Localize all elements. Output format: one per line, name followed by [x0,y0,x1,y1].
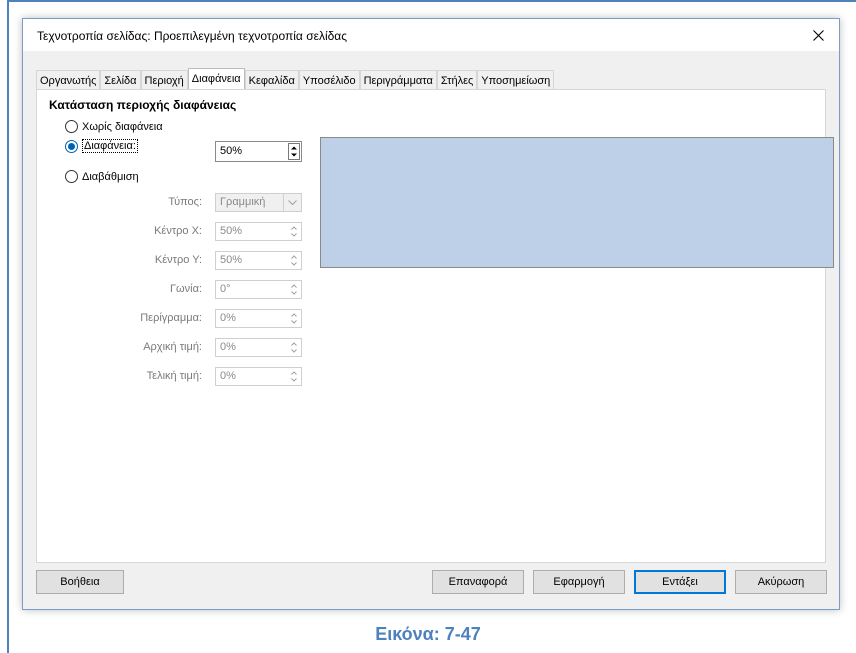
tab-page[interactable]: Σελίδα [100,70,141,90]
center-y-value: 50% [220,254,243,266]
spin-buttons[interactable] [288,143,300,160]
start-value-spin-field[interactable]: 0% [215,338,302,357]
spin-buttons[interactable] [288,340,300,355]
border-spin-field[interactable]: 0% [215,309,302,328]
angle-label: Γωνία: [169,283,202,295]
end-value-spin-field[interactable]: 0% [215,367,302,386]
chevron-down-icon [288,199,297,205]
end-value: 0% [220,370,236,382]
spin-arrows-icon [291,255,297,266]
tab-organizer[interactable]: Οργανωτής [36,70,101,90]
radio-indicator[interactable] [65,170,78,183]
border-value: 0% [220,312,236,324]
reset-button[interactable]: Επαναφορά [432,570,524,594]
start-value: 0% [220,341,236,353]
spin-buttons[interactable] [288,282,300,297]
dialog-title: Τεχνοτροπία σελίδας: Προεπιλεγμένη τεχνο… [37,29,348,43]
dialog-titlebar: Τεχνοτροπία σελίδας: Προεπιλεγμένη τεχνο… [23,19,839,51]
page-style-dialog: Τεχνοτροπία σελίδας: Προεπιλεγμένη τεχνο… [22,18,840,610]
tab-columns[interactable]: Στήλες [436,70,478,90]
page-border-left [7,0,9,653]
tab-footer[interactable]: Υποσέλιδο [298,70,360,90]
ok-button[interactable]: Εντάξει [634,570,726,594]
close-icon [812,29,824,41]
start-value-label: Αρχική τιμή: [143,341,202,353]
radio-label: Διαφάνεια: [82,139,138,153]
spin-buttons[interactable] [288,224,300,239]
close-button[interactable] [803,23,833,47]
spin-arrows-icon [291,342,297,353]
help-button[interactable]: Βοήθεια [36,570,124,594]
radio-gradient[interactable]: Διαβάθμιση [65,170,139,183]
center-x-label: Κέντρο Χ: [154,225,202,237]
gradient-type-select[interactable]: Γραμμική [215,193,302,212]
radio-label: Χωρίς διαφάνεια [82,120,163,133]
spin-arrows-icon [291,371,297,382]
figure-caption: Εικόνα: 7-47 [375,624,481,644]
cancel-button[interactable]: Ακύρωση [735,570,827,594]
transparency-value: 50% [220,145,243,157]
spin-buttons[interactable] [288,369,300,384]
tab-footnote[interactable]: Υποσημείωση [477,70,555,90]
angle-value: 0° [220,283,231,295]
spin-buttons[interactable] [288,311,300,326]
border-label: Περίγραμμα: [140,312,202,324]
apply-button[interactable]: Εφαρμογή [533,570,625,594]
radio-indicator[interactable] [65,120,78,133]
tab-header[interactable]: Κεφαλίδα [244,70,299,90]
radio-transparency[interactable]: Διαφάνεια: [65,139,138,153]
gradient-type-value: Γραμμική [220,196,266,208]
center-x-value: 50% [220,225,243,237]
spin-buttons[interactable] [288,253,300,268]
transparency-preview [320,137,834,268]
radio-label: Διαβάθμιση [82,170,139,183]
tab-bar: Οργανωτής Σελίδα Περιοχή Διαφάνεια Κεφαλ… [36,68,555,90]
gradient-type-label: Τύπος: [168,196,202,208]
transparency-panel: Κατάσταση περιοχής διαφάνειας Χωρίς διαφ… [36,89,834,563]
radio-indicator[interactable] [65,139,78,153]
spin-arrows-icon [291,284,297,295]
transparency-spin-field[interactable]: 50% [215,141,302,162]
tab-area[interactable]: Περιοχή [140,70,188,90]
end-value-label: Τελική τιμή: [146,370,202,382]
angle-spin-field[interactable]: 0° [215,280,302,299]
spin-arrows-icon [291,226,297,237]
spin-arrows-icon [291,313,297,324]
dropdown-button[interactable] [283,194,301,211]
center-x-spin-field[interactable]: 50% [215,222,302,241]
tab-transparency[interactable]: Διαφάνεια [187,68,245,90]
page-border-top [7,0,856,2]
center-y-spin-field[interactable]: 50% [215,251,302,270]
center-y-label: Κέντρο Υ: [154,254,202,266]
spin-arrows-icon [288,143,300,160]
tab-borders[interactable]: Περιγράμματα [359,70,437,90]
section-title: Κατάσταση περιοχής διαφάνειας [49,98,237,112]
radio-no-transparency[interactable]: Χωρίς διαφάνεια [65,120,163,133]
